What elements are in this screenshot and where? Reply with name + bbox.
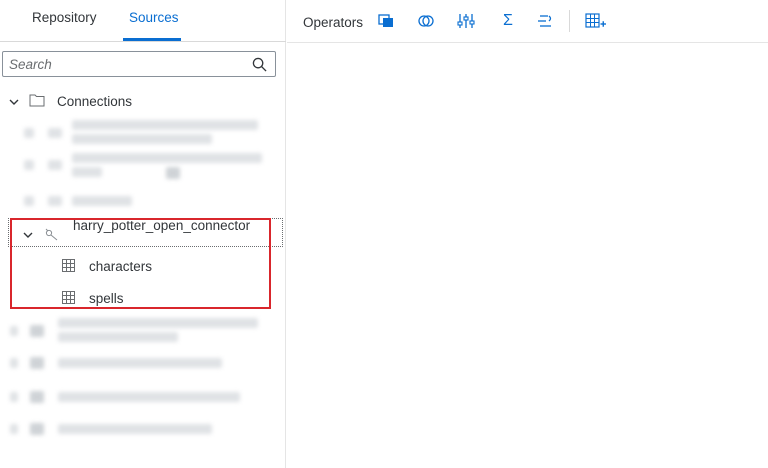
redacted-icon [48, 196, 62, 206]
redacted-icon [10, 392, 18, 402]
redacted-icon [166, 167, 180, 179]
redacted-text [72, 134, 212, 144]
redacted-icon [10, 358, 18, 368]
projection-icon[interactable] [377, 12, 395, 30]
redacted-icon [24, 128, 34, 138]
aggregation-filter-icon[interactable] [457, 12, 475, 30]
redacted-text [58, 358, 222, 368]
redacted-text [58, 424, 212, 434]
redacted-connection-2[interactable] [0, 150, 286, 184]
sum-icon[interactable]: Σ [499, 12, 517, 30]
redacted-icon [30, 391, 44, 403]
redacted-text [72, 196, 132, 206]
redacted-icon [48, 160, 62, 170]
search-field[interactable] [2, 51, 276, 77]
operators-toolbar: Operators Σ [287, 0, 768, 43]
toolbar-separator [569, 10, 570, 32]
redacted-text [58, 332, 178, 342]
panel-tabs: Repository Sources [0, 0, 286, 42]
redacted-icon [10, 326, 18, 336]
redacted-icon [30, 325, 44, 337]
tab-repository[interactable]: Repository [32, 10, 97, 34]
redacted-text [58, 392, 240, 402]
redacted-icon [30, 357, 44, 369]
canvas-area[interactable] [287, 44, 768, 468]
tree-label-connections: Connections [57, 94, 133, 109]
highlight-annotation [10, 218, 271, 309]
redacted-text [72, 120, 258, 130]
redacted-icon [30, 423, 44, 435]
redacted-connection-6[interactable] [0, 386, 286, 408]
tree-node-connections[interactable]: Connections [0, 88, 286, 114]
folder-icon [29, 94, 45, 107]
active-tab-indicator [123, 38, 181, 41]
toolbar-label: Operators [303, 15, 364, 30]
redacted-text [72, 167, 102, 177]
redacted-connection-7[interactable] [0, 418, 286, 440]
redacted-icon [48, 128, 62, 138]
redacted-connection-1[interactable] [0, 118, 286, 148]
redacted-connection-5[interactable] [0, 352, 286, 374]
search-input[interactable] [9, 55, 239, 73]
add-table-icon[interactable] [585, 12, 607, 30]
search-icon[interactable] [252, 57, 267, 72]
tab-sources[interactable]: Sources [129, 10, 179, 34]
redacted-icon [10, 424, 18, 434]
redacted-text [72, 153, 262, 163]
redacted-text [58, 318, 258, 328]
chevron-down-icon[interactable] [8, 96, 20, 108]
join-icon[interactable] [417, 12, 435, 30]
redacted-connection-4[interactable] [0, 316, 286, 346]
redacted-icon [24, 160, 34, 170]
redacted-connection-3[interactable] [0, 190, 286, 212]
redacted-icon [24, 196, 34, 206]
sources-panel: Repository Sources Connections [0, 0, 286, 468]
script-icon[interactable] [536, 12, 554, 30]
